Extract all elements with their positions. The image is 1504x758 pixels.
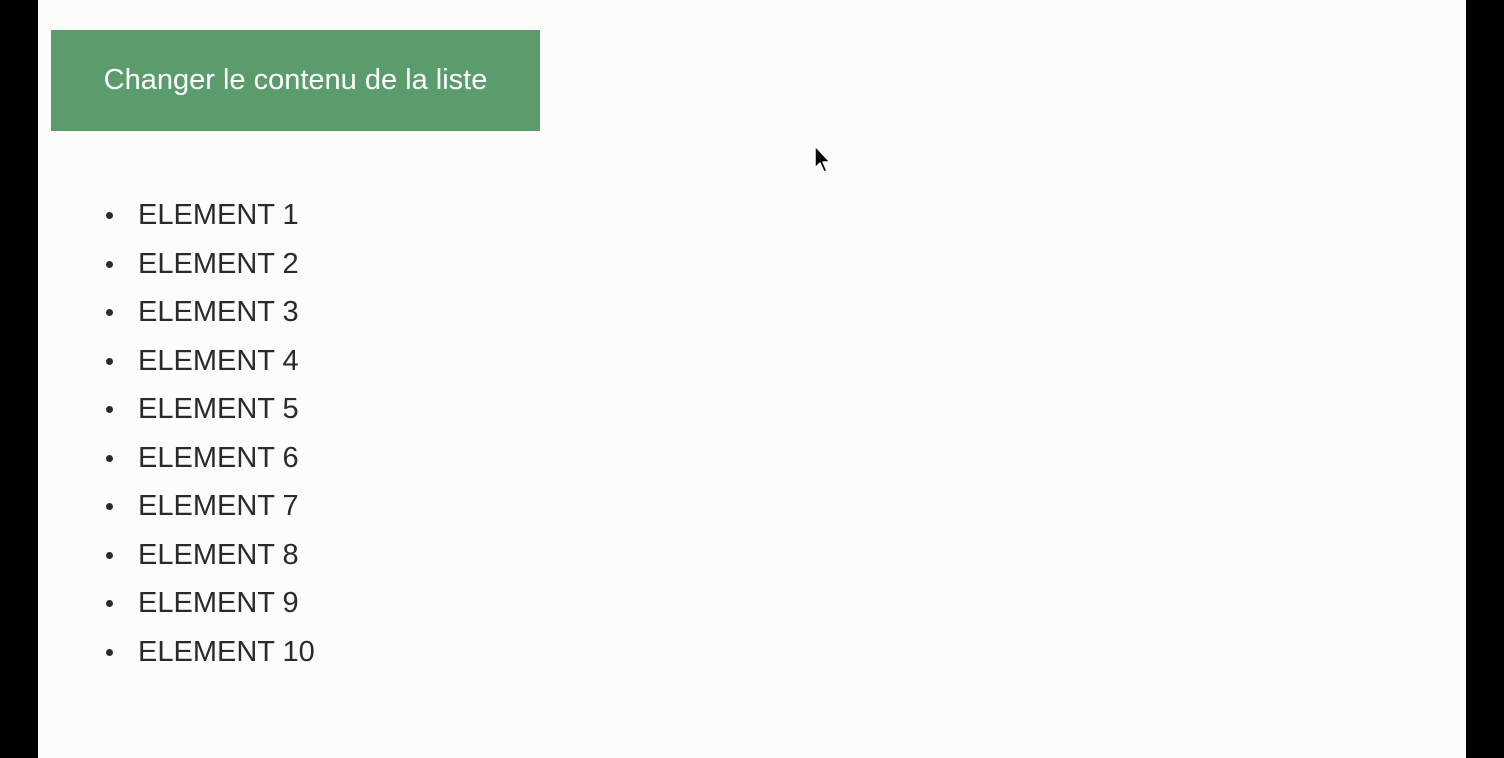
list-item-label: ELEMENT 2 <box>138 247 299 280</box>
bullet-icon <box>106 309 113 316</box>
list-item: ELEMENT 8 <box>38 531 315 580</box>
bullet-icon <box>106 551 113 559</box>
bullet-icon <box>106 212 113 219</box>
list-item-label: ELEMENT 3 <box>138 296 299 328</box>
list-item-label: ELEMENT 1 <box>138 199 299 231</box>
mouse-pointer-icon <box>814 145 831 173</box>
list-item: ELEMENT 9 <box>38 579 315 628</box>
list-item: ELEMENT 4 <box>38 337 315 386</box>
list-item-label: ELEMENT 6 <box>138 441 299 474</box>
list-item-label: ELEMENT 10 <box>138 635 315 668</box>
list-item-label: ELEMENT 9 <box>138 587 299 619</box>
list-item-label: ELEMENT 4 <box>138 344 299 377</box>
bullet-icon <box>106 406 113 413</box>
list-item-label: ELEMENT 5 <box>138 393 299 425</box>
bullet-icon <box>106 357 113 365</box>
bullet-icon <box>106 648 113 656</box>
list-item: ELEMENT 5 <box>38 385 315 434</box>
list-item: ELEMENT 6 <box>38 434 315 483</box>
bullet-icon <box>106 454 113 462</box>
bullet-icon <box>106 503 113 510</box>
element-list: ELEMENT 1 ELEMENT 2 ELEMENT 3 ELEMENT 4 … <box>38 191 315 676</box>
list-item-label: ELEMENT 7 <box>138 490 299 522</box>
list-item: ELEMENT 2 <box>38 240 315 289</box>
list-item: ELEMENT 1 <box>38 191 315 240</box>
change-list-content-button[interactable]: Changer le contenu de la liste <box>51 30 540 131</box>
list-item: ELEMENT 7 <box>38 482 315 531</box>
list-item: ELEMENT 3 <box>38 288 315 337</box>
page-viewport: Changer le contenu de la liste ELEMENT 1… <box>38 0 1466 758</box>
bullet-icon <box>106 600 113 607</box>
list-item-label: ELEMENT 8 <box>138 538 299 571</box>
list-item: ELEMENT 10 <box>38 628 315 677</box>
bullet-icon <box>106 260 113 268</box>
